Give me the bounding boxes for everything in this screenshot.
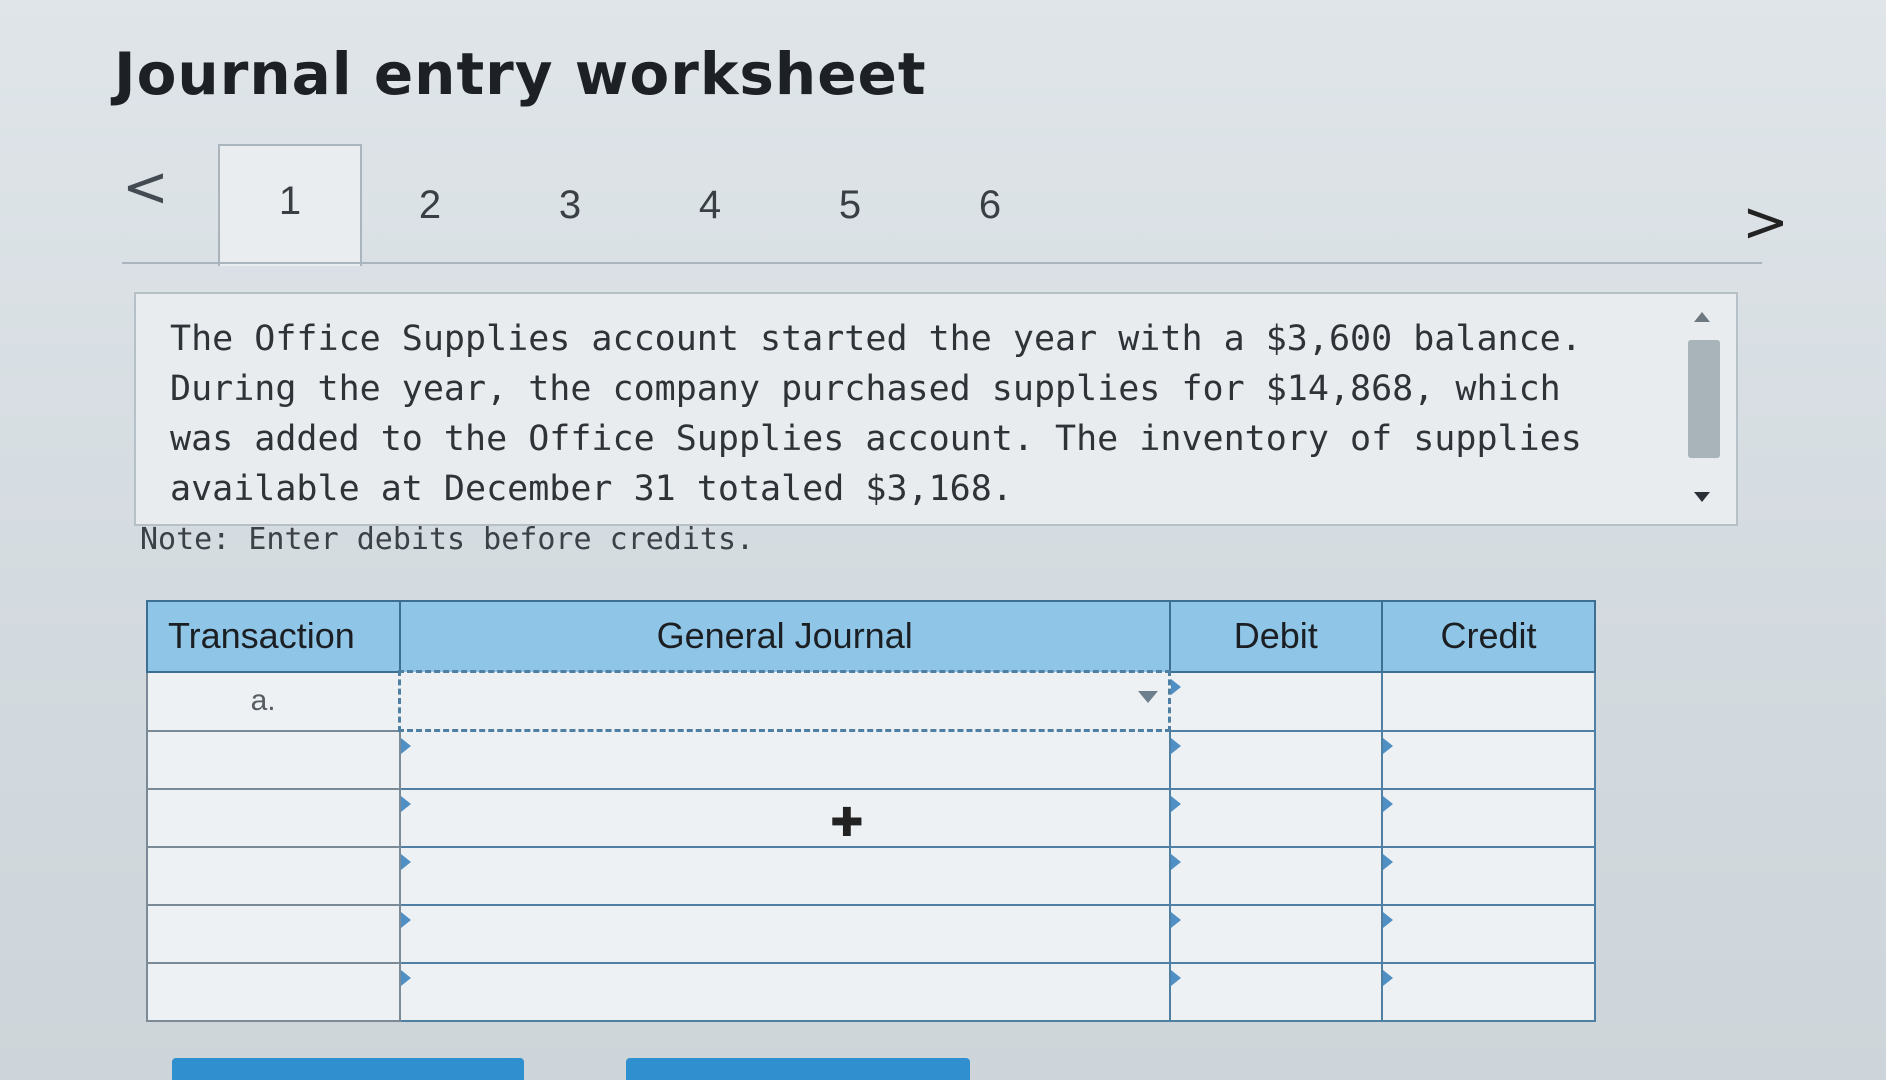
transaction-cell bbox=[146, 904, 401, 964]
table-row bbox=[146, 788, 1597, 848]
account-input[interactable] bbox=[398, 962, 1171, 1022]
account-input[interactable] bbox=[398, 788, 1171, 848]
credit-input[interactable] bbox=[1380, 962, 1597, 1022]
debit-input[interactable] bbox=[1168, 904, 1383, 964]
transaction-label: a. bbox=[250, 684, 276, 717]
transaction-cell bbox=[146, 846, 401, 906]
transaction-cell bbox=[146, 962, 401, 1022]
debit-input[interactable] bbox=[1168, 788, 1383, 848]
move-cursor-icon: ✚ bbox=[830, 800, 864, 846]
header-debit: Debit bbox=[1168, 600, 1383, 673]
cell-marker-icon bbox=[400, 796, 411, 812]
previous-icon[interactable]: < bbox=[122, 160, 169, 216]
credit-input[interactable] bbox=[1380, 788, 1597, 848]
cell-marker-icon bbox=[1382, 970, 1393, 986]
debit-input[interactable] bbox=[1168, 846, 1383, 906]
cell-marker-icon bbox=[1382, 796, 1393, 812]
scroll-up-icon[interactable] bbox=[1694, 312, 1710, 322]
scrollbar[interactable] bbox=[1684, 312, 1724, 502]
table-row bbox=[146, 904, 1597, 964]
cell-marker-icon bbox=[1171, 678, 1182, 695]
cell-marker-icon bbox=[1170, 854, 1181, 870]
tab-6[interactable]: 6 bbox=[920, 150, 1060, 260]
tab-5[interactable]: 5 bbox=[780, 150, 920, 260]
debit-input[interactable] bbox=[1168, 962, 1383, 1022]
table-row bbox=[146, 962, 1597, 1022]
tab-3[interactable]: 3 bbox=[500, 150, 640, 260]
next-icon[interactable]: > bbox=[1742, 195, 1789, 251]
cell-marker-icon bbox=[1170, 796, 1181, 812]
cell-marker-icon bbox=[1170, 737, 1181, 754]
record-entry-button[interactable] bbox=[172, 1058, 524, 1080]
page-title: Journal entry worksheet bbox=[114, 40, 927, 108]
tab-4[interactable]: 4 bbox=[640, 150, 780, 260]
transaction-cell bbox=[146, 729, 401, 790]
dropdown-arrow-icon[interactable] bbox=[1138, 691, 1159, 703]
debit-input[interactable] bbox=[1168, 670, 1383, 732]
table-row bbox=[146, 729, 1597, 790]
question-text: The Office Supplies account started the … bbox=[170, 319, 1582, 509]
account-input[interactable] bbox=[398, 846, 1171, 906]
clear-entry-button[interactable] bbox=[626, 1058, 970, 1080]
credit-input[interactable] bbox=[1380, 846, 1597, 906]
credit-input[interactable] bbox=[1380, 670, 1597, 732]
account-input[interactable] bbox=[398, 729, 1171, 790]
table-row bbox=[146, 846, 1597, 906]
cell-marker-icon bbox=[400, 912, 411, 928]
debit-input[interactable] bbox=[1168, 729, 1383, 790]
table-row: a. bbox=[146, 670, 1597, 732]
cell-marker-icon bbox=[1170, 970, 1181, 986]
tab-1[interactable]: 1 bbox=[218, 144, 362, 266]
tab-divider bbox=[122, 262, 1762, 264]
credit-input[interactable] bbox=[1380, 904, 1597, 964]
header-transaction: Transaction bbox=[146, 600, 401, 673]
cell-marker-icon bbox=[400, 738, 411, 754]
worksheet-page: Journal entry worksheet < 1 2 3 4 5 6 > … bbox=[0, 0, 1886, 1080]
scroll-thumb[interactable] bbox=[1688, 340, 1720, 458]
header-credit: Credit bbox=[1380, 600, 1597, 673]
journal-table: Transaction General Journal Debit Credit… bbox=[146, 600, 1597, 1022]
question-panel: The Office Supplies account started the … bbox=[134, 292, 1738, 526]
account-select[interactable] bbox=[398, 670, 1172, 732]
cell-marker-icon bbox=[1382, 737, 1393, 754]
transaction-cell bbox=[146, 788, 401, 848]
credit-input[interactable] bbox=[1380, 729, 1597, 790]
cell-marker-icon bbox=[1382, 854, 1393, 870]
header-general-journal: General Journal bbox=[398, 600, 1171, 673]
transaction-cell: a. bbox=[146, 670, 401, 732]
cell-marker-icon bbox=[1382, 912, 1393, 928]
cell-marker-icon bbox=[400, 854, 411, 870]
account-input[interactable] bbox=[398, 904, 1171, 964]
entry-note: Note: Enter debits before credits. bbox=[140, 522, 755, 557]
cell-marker-icon bbox=[1170, 912, 1181, 928]
tab-2[interactable]: 2 bbox=[360, 150, 500, 260]
cell-marker-icon bbox=[400, 970, 411, 986]
tab-bar: < 1 2 3 4 5 6 > bbox=[122, 140, 1789, 290]
scroll-down-icon[interactable] bbox=[1694, 492, 1710, 502]
